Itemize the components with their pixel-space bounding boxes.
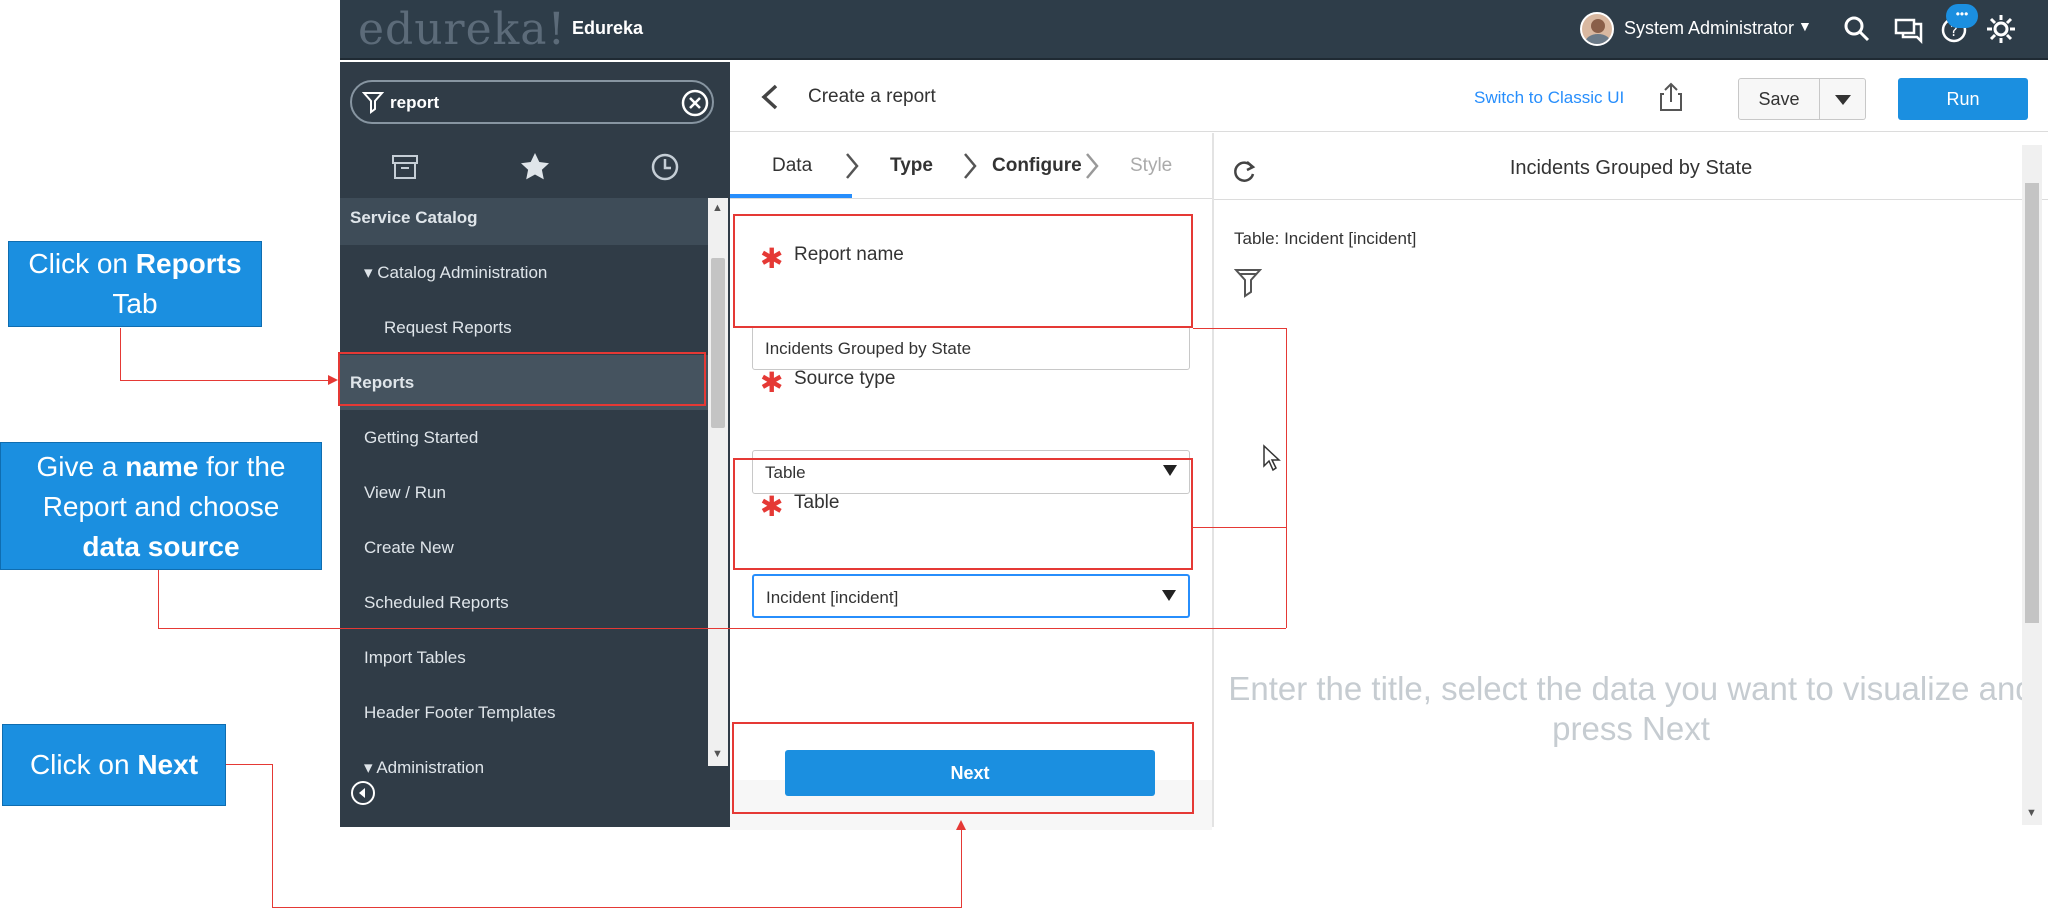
preview-header-divider [1214,199,2048,200]
step-chevron-icon [846,153,859,179]
callout-bold-text: Reports [135,248,242,279]
callout-connector [158,570,159,628]
report-designer: Create a report Switch to Classic UI Sav… [730,62,2048,830]
preview-scrollbar[interactable]: ▼ [2022,145,2042,825]
gear-icon[interactable] [1984,12,2018,46]
mouse-cursor-icon [1263,444,1281,472]
callout-connector [272,907,962,908]
table-highlight [733,458,1193,570]
chevron-down-icon [1835,95,1851,105]
reports-tab-highlight [338,352,706,406]
save-button[interactable]: Save [1738,78,1820,120]
arrow-head-icon [328,375,338,385]
filter-icon[interactable] [1234,267,1262,301]
nav-group-administration[interactable]: ▾ Administration [340,740,708,795]
callout-bold-text: name [125,451,199,482]
switch-classic-ui-link[interactable]: Switch to Classic UI [1474,88,1624,108]
callout-connector [120,328,121,380]
history-icon[interactable] [648,150,682,184]
callout-connector [226,764,272,765]
callout-bold-text: data source [82,531,240,562]
nav-item-import-tables[interactable]: Import Tables [340,630,708,685]
nav-group-catalog-administration[interactable]: ▾ Catalog Administration [340,245,708,300]
clear-icon[interactable] [680,88,710,118]
callout-connector [158,628,1286,629]
callout-connector [272,764,273,908]
wizard-steps: Data Type Configure Style [730,133,1212,199]
share-icon[interactable] [1656,80,1686,114]
refresh-icon[interactable] [1230,157,1258,185]
nav-item-view-run[interactable]: View / Run [340,465,708,520]
scroll-down-icon[interactable]: ▼ [2026,807,2037,819]
arrow-head-icon [956,820,966,830]
preview-empty-hint: Enter the title, select the data you wan… [1228,670,2034,747]
step-configure[interactable]: Configure [992,155,1082,177]
nav-item-request-reports[interactable]: Request Reports [340,300,708,355]
notification-badge[interactable]: ••• [1946,4,1978,28]
back-icon[interactable] [758,82,782,112]
step-data[interactable]: Data [772,155,812,177]
step-chevron-icon [964,153,977,179]
chevron-down-icon [1162,590,1176,601]
search-icon[interactable] [1840,12,1874,46]
top-header: edureka! Edureka System Administrator ▼ … [340,0,2048,60]
star-icon[interactable] [518,150,552,184]
nav-item-scheduled-reports[interactable]: Scheduled Reports [340,575,708,630]
callout-connector [1286,328,1287,628]
callout-text: Give a [36,451,126,482]
nav-item-header-footer-templates[interactable]: Header Footer Templates [340,685,708,740]
callout-connector [961,826,962,908]
step-type[interactable]: Type [890,155,933,177]
page-title: Create a report [808,86,936,107]
callout-reports-tab: Click on Reports Tab [8,241,262,327]
designer-toolbar: Create a report Switch to Classic UI Sav… [730,62,2048,132]
chat-icon[interactable] [1892,12,1926,46]
callout-text: Tab [112,288,158,319]
application-navigator: report Service Catalog ▾ Catalog Adminis… [340,62,730,827]
callout-connector [1193,527,1286,528]
preview-title: Incidents Grouped by State [1509,157,1753,179]
navigator-filter[interactable]: report [350,80,714,124]
source-type-label: Source type [794,368,896,389]
user-menu-caret-icon[interactable]: ▼ [1798,18,1812,34]
scroll-down-icon[interactable]: ▼ [712,748,723,760]
nav-item-create-new[interactable]: Create New [340,520,708,575]
step-style: Style [1130,155,1173,176]
filter-icon [362,92,384,114]
callout-next: Click on Next [2,724,226,806]
navigator-tabs [340,140,730,196]
table-value: Incident [incident] [766,588,899,607]
nav-item-getting-started[interactable]: Getting Started [340,410,708,465]
callout-bold-text: Next [137,749,199,780]
user-menu-name[interactable]: System Administrator [1624,18,1794,39]
nav-section-service-catalog[interactable]: Service Catalog [340,198,708,245]
save-options-button[interactable] [1820,78,1866,120]
step-chevron-icon [1086,153,1099,179]
report-name-highlight [733,214,1193,328]
next-highlight [732,722,1194,814]
navigator-filter-input[interactable]: report [390,93,439,113]
report-name-input[interactable]: Incidents Grouped by State [752,326,1190,370]
instance-name: Edureka [572,18,644,38]
avatar[interactable] [1580,12,1614,46]
table-select[interactable]: Incident [incident] [752,574,1190,618]
callout-name-source: Give a name for the Report and choose da… [0,442,322,570]
callout-connector [1193,328,1286,329]
navigator-scrollbar[interactable]: ▲ ▼ [708,198,728,766]
report-preview: Incidents Grouped by State Table: Incide… [1214,133,2048,827]
callout-text: Click on [28,248,136,279]
preview-table-info: Table: Incident [incident] [1234,229,1417,248]
edureka-logo[interactable]: edureka! [358,4,566,55]
callout-connector [120,380,330,381]
collapse-navigator-icon[interactable] [350,780,376,806]
archive-icon[interactable] [388,150,422,184]
preview-scrollbar-thumb[interactable] [2025,183,2039,623]
navigator-scrollbar-thumb[interactable] [711,258,725,428]
callout-text: Click on [29,749,138,780]
scroll-up-icon[interactable]: ▲ [712,202,723,214]
required-icon: ✱ [760,367,784,398]
active-step-indicator [730,194,852,198]
run-button[interactable]: Run [1898,78,2028,120]
navigator-list: Service Catalog ▾ Catalog Administration… [340,198,708,828]
